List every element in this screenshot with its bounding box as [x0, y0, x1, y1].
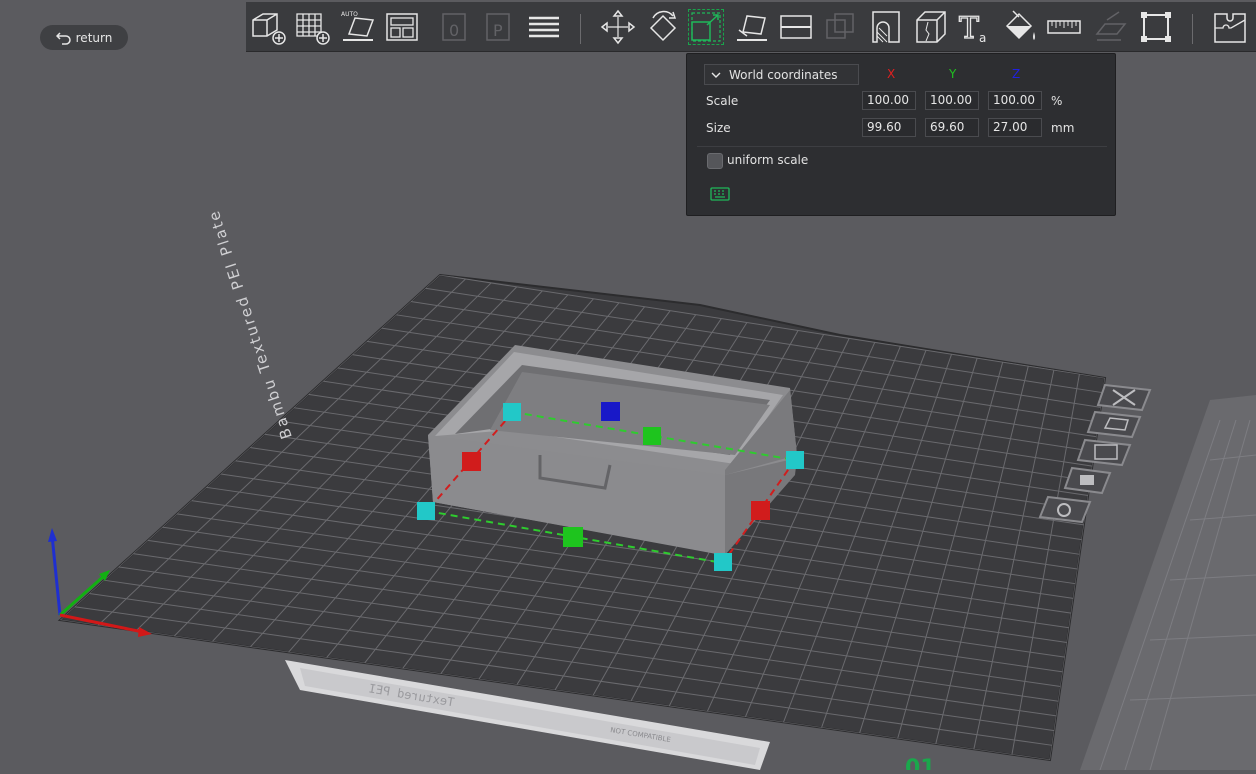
grid-plus-icon: [296, 13, 330, 45]
coordinate-system-select[interactable]: World coordinates: [704, 64, 859, 85]
cut-button[interactable]: [776, 7, 816, 47]
uniform-scale-checkbox[interactable]: [707, 153, 723, 169]
lay-on-face-icon: [737, 15, 767, 41]
chevron-down-icon: [711, 72, 721, 78]
support-paint-icon: [872, 11, 900, 43]
handle-corner-back-left[interactable]: [503, 403, 521, 421]
lay-on-face-button[interactable]: [732, 7, 772, 47]
puzzle-icon: [1214, 13, 1246, 43]
svg-text:AUTO: AUTO: [341, 11, 358, 18]
boolean-button[interactable]: [820, 7, 860, 47]
plate-lock-button[interactable]: [1063, 466, 1112, 495]
arrange-icon: [386, 13, 418, 41]
scale-y-input[interactable]: 100.00: [925, 91, 979, 110]
scale-panel: World coordinates X Y Z Scale 100.00 100…: [686, 53, 1116, 216]
bounding-box-button[interactable]: [1136, 7, 1176, 47]
svg-text:0: 0: [449, 21, 459, 40]
support-painting-button[interactable]: [866, 7, 906, 47]
split-objects-icon: 0: [442, 13, 466, 41]
assembly-button[interactable]: [1090, 7, 1130, 47]
toolbar-separator: [1192, 14, 1193, 44]
return-label: return: [75, 30, 113, 45]
handle-corner-front-left[interactable]: [417, 502, 435, 520]
plate-delete-button[interactable]: [1096, 383, 1152, 412]
handle-z-top[interactable]: [601, 402, 620, 421]
measure-button[interactable]: [1044, 7, 1084, 47]
split-parts-icon: P: [486, 13, 510, 41]
auto-orient-button[interactable]: AUTO: [338, 7, 378, 47]
undo-arrow-icon: [55, 31, 71, 45]
scale-x-input[interactable]: 100.00: [862, 91, 916, 110]
size-y-input[interactable]: 69.60: [925, 118, 979, 137]
scale-z-input[interactable]: 100.00: [988, 91, 1042, 110]
layers-icon: [529, 16, 559, 38]
handle-y-front[interactable]: [563, 527, 583, 547]
plate-name: Bambu Textured PEI Plate: [204, 207, 295, 441]
return-button[interactable]: return: [40, 25, 128, 50]
variable-layer-height-button[interactable]: [524, 7, 564, 47]
top-toolbar: AUTO 0 P Ta: [246, 2, 1256, 52]
axis-x-label: X: [887, 67, 896, 81]
cube-plus-icon: [252, 13, 286, 45]
auto-orient-icon: AUTO: [341, 11, 375, 41]
text-icon: Ta: [958, 10, 986, 46]
panel-divider: [697, 146, 1107, 147]
scale-unit: %: [1051, 94, 1063, 108]
move-button[interactable]: [598, 7, 638, 47]
plate-settings-button[interactable]: [1038, 495, 1092, 524]
size-x-input[interactable]: 99.60: [862, 118, 916, 137]
cut-icon: [780, 15, 812, 39]
svg-text:T: T: [959, 11, 979, 46]
size-label: Size: [706, 121, 731, 135]
assembly-icon: [1095, 11, 1127, 41]
boolean-icon: [826, 13, 854, 39]
move-icon: [600, 9, 636, 45]
handle-corner-back-right[interactable]: [786, 451, 804, 469]
svg-text:P: P: [493, 21, 503, 40]
plate-orient-button[interactable]: [1086, 410, 1142, 439]
paint-bucket-icon: [1005, 10, 1035, 40]
axis-z-label: Z: [1012, 67, 1021, 81]
add-plate-button[interactable]: [292, 7, 332, 47]
svg-text:a: a: [979, 31, 986, 45]
uniform-scale-label: uniform scale: [727, 153, 809, 167]
handle-x-right[interactable]: [751, 501, 770, 520]
color-painting-button[interactable]: [1000, 7, 1040, 47]
size-z-input[interactable]: 27.00: [988, 118, 1042, 137]
handle-y-back[interactable]: [643, 427, 661, 445]
text-button[interactable]: Ta: [954, 7, 994, 47]
split-objects-button[interactable]: 0: [436, 7, 476, 47]
ruler-icon: [1047, 20, 1081, 34]
scale-icon: [691, 12, 721, 42]
add-object-button[interactable]: [248, 7, 288, 47]
coordinate-system-value: World coordinates: [729, 67, 838, 82]
seam-painting-button[interactable]: [910, 7, 950, 47]
lock-icon: [1080, 475, 1094, 485]
arrange-button[interactable]: [382, 7, 422, 47]
explode-button[interactable]: [1210, 7, 1250, 47]
split-parts-button[interactable]: P: [480, 7, 520, 47]
rotate-button[interactable]: [642, 7, 682, 47]
handle-corner-front-right[interactable]: [714, 553, 732, 571]
scale-label: Scale: [706, 94, 739, 108]
rotate-icon: [649, 10, 677, 42]
toolbar-separator: [580, 14, 581, 44]
axis-z: [50, 534, 62, 616]
plate-arrange-button[interactable]: [1076, 438, 1132, 467]
scale-button[interactable]: [686, 7, 726, 47]
axis-y-label: Y: [949, 67, 957, 81]
size-unit: mm: [1051, 121, 1075, 135]
handle-x-left[interactable]: [462, 452, 481, 471]
bounding-box-icon: [1141, 12, 1171, 42]
plate-number: 01: [905, 756, 936, 770]
seam-paint-icon: [916, 11, 946, 43]
keyboard-icon[interactable]: [710, 187, 730, 201]
